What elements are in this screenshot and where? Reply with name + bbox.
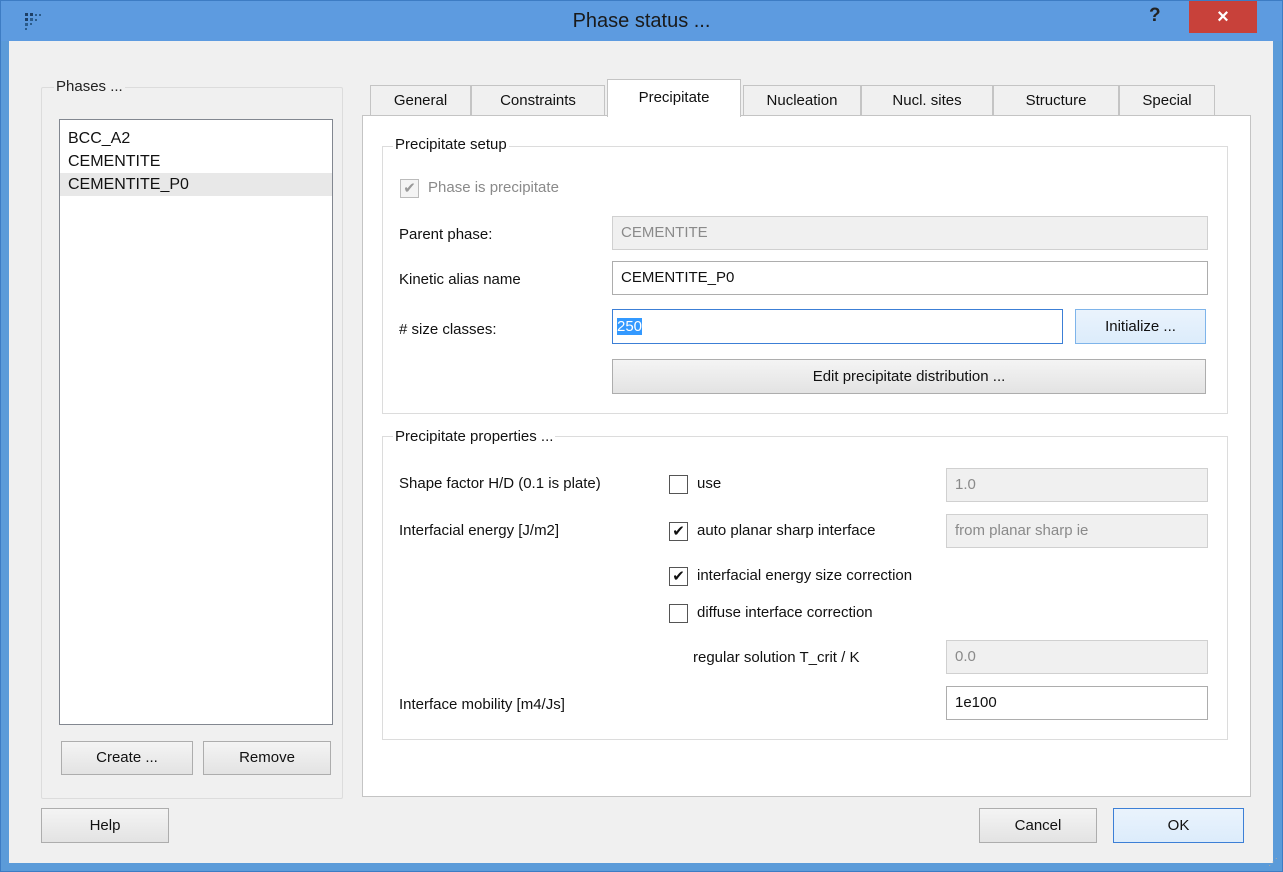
size-classes-value: 250 [617,318,643,335]
ok-button[interactable]: OK [1113,808,1244,843]
size-classes-input[interactable]: 250 [612,309,1063,344]
interface-mobility-input[interactable]: 1e100 [946,686,1208,720]
interfacial-energy-field: from planar sharp ie [946,514,1208,548]
ie-size-correction-checkbox[interactable]: ✔ [669,567,688,586]
context-help-button[interactable]: ? [1149,5,1161,27]
phase-is-precipitate-checkbox[interactable]: ✔ [400,179,419,198]
title-bar[interactable]: Phase status ... ? × [1,1,1282,41]
interface-mobility-label: Interface mobility [m4/Js] [399,696,565,713]
diffuse-interface-checkbox[interactable] [669,604,688,623]
kinetic-alias-input[interactable]: CEMENTITE_P0 [612,261,1208,295]
shape-factor-use-label: use [697,475,722,492]
phase-list-item-selected[interactable]: CEMENTITE_P0 [60,173,332,196]
phase-is-precipitate-label: Phase is precipitate [428,179,559,196]
shape-factor-field: 1.0 [946,468,1208,502]
auto-planar-sharp-label: auto planar sharp interface [697,522,876,539]
precipitate-properties-caption: Precipitate properties ... [393,428,556,445]
tab-constraints[interactable]: Constraints [471,85,605,115]
help-button[interactable]: Help [41,808,169,843]
shape-factor-use-checkbox[interactable] [669,475,688,494]
edit-precipitate-distribution-button[interactable]: Edit precipitate distribution ... [612,359,1206,394]
close-button[interactable]: × [1189,1,1257,33]
tcrit-label: regular solution T_crit / K [693,649,860,666]
phase-status-dialog: Phase status ... ? × Phases ... BCC_A2 C… [0,0,1283,872]
tab-special[interactable]: Special [1119,85,1215,115]
remove-phase-button[interactable]: Remove [203,741,331,775]
create-phase-button[interactable]: Create ... [61,741,193,775]
cancel-button[interactable]: Cancel [979,808,1097,843]
tcrit-field: 0.0 [946,640,1208,674]
ie-size-correction-label: interfacial energy size correction [697,567,913,584]
resize-grip-icon[interactable]: ⋰ [1268,857,1280,869]
initialize-button[interactable]: Initialize ... [1075,309,1206,344]
tab-nucl-sites[interactable]: Nucl. sites [861,85,993,115]
phase-list[interactable]: BCC_A2 CEMENTITE CEMENTITE_P0 [59,119,333,725]
auto-planar-sharp-checkbox[interactable]: ✔ [669,522,688,541]
size-classes-label: # size classes: [399,321,497,338]
tab-nucleation[interactable]: Nucleation [743,85,861,115]
precipitate-tab-panel: Precipitate setup ✔ Phase is precipitate… [362,115,1251,797]
precipitate-setup-caption: Precipitate setup [393,136,509,153]
tab-precipitate[interactable]: Precipitate [607,79,741,117]
parent-phase-label: Parent phase: [399,226,493,243]
tab-structure[interactable]: Structure [993,85,1119,115]
window-title: Phase status ... [572,10,711,32]
phase-list-item[interactable]: CEMENTITE [60,150,332,173]
tab-general[interactable]: General [370,85,471,115]
parent-phase-field: CEMENTITE [612,216,1208,250]
kinetic-alias-label: Kinetic alias name [399,271,521,288]
shape-factor-label: Shape factor H/D (0.1 is plate) [399,475,601,492]
phase-list-item[interactable]: BCC_A2 [60,127,332,150]
interfacial-energy-label: Interfacial energy [J/m2] [399,522,560,539]
phases-caption: Phases ... [54,78,125,95]
diffuse-interface-label: diffuse interface correction [697,604,873,621]
